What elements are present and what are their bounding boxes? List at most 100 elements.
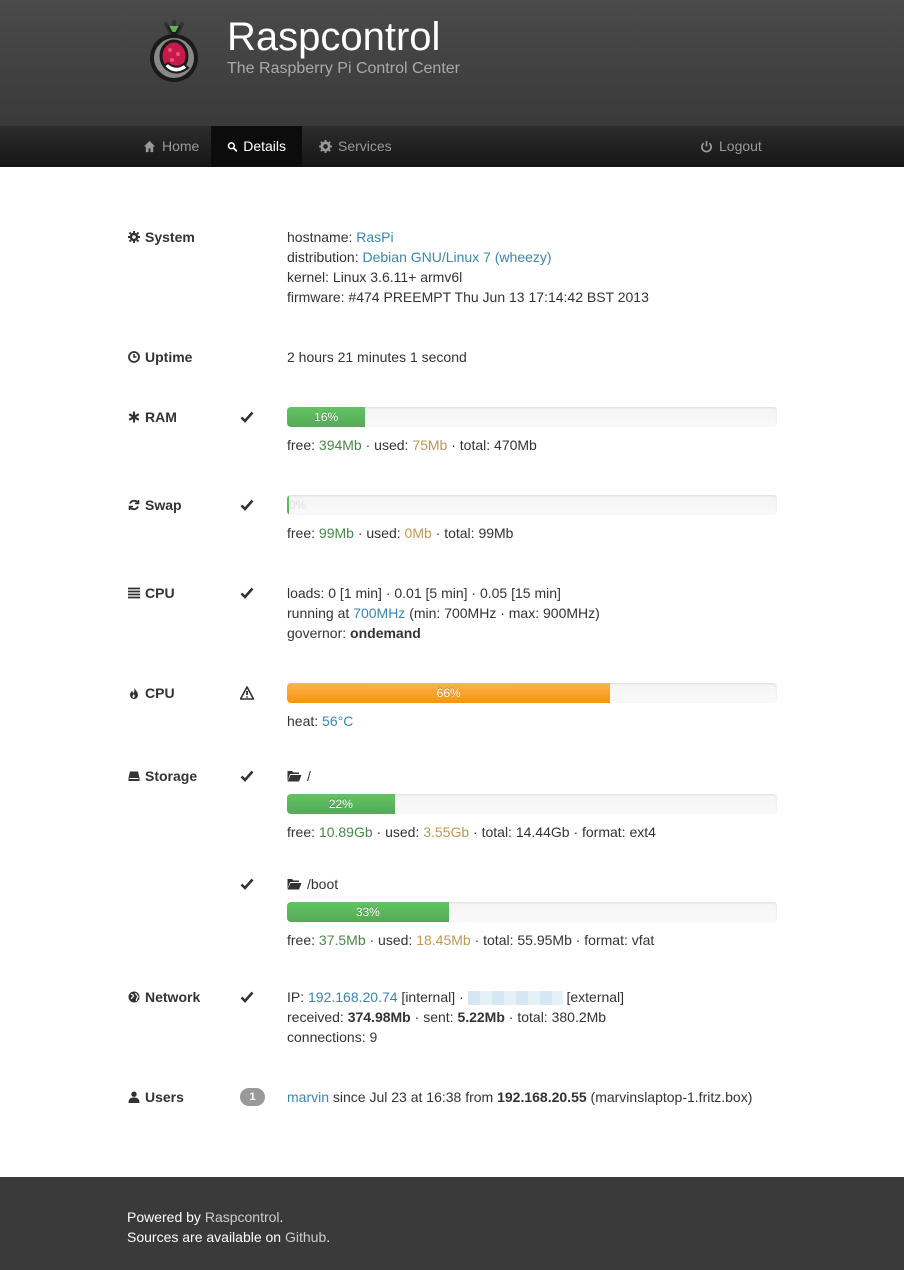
user-icon — [128, 1091, 140, 1103]
footer-powered: Powered by Raspcontrol. — [127, 1207, 283, 1227]
storage-root-path-text: / — [307, 768, 311, 784]
cpu-heat-text-label: heat: — [287, 713, 323, 729]
swap-label: Swap — [128, 495, 182, 515]
footer-powered-label: Powered by — [127, 1209, 205, 1225]
storage-root-free-label: free: — [287, 824, 319, 840]
storage-root-used: 3.55Gb — [423, 824, 470, 840]
cpu-heat-label-text: CPU — [145, 685, 175, 701]
home-icon — [143, 140, 156, 153]
github-link[interactable]: Github — [285, 1229, 326, 1245]
cpu-heat-status — [240, 683, 254, 703]
storage-root-free: 10.89Gb — [318, 824, 373, 840]
cpu-governor: governor: ondemand — [287, 623, 421, 643]
storage-label: Storage — [128, 766, 197, 786]
network-traffic-line: received: 374.98Mb · sent: 5.22Mb · tota… — [287, 1007, 606, 1027]
swap-label-text: Swap — [145, 497, 182, 513]
users-label-text: Users — [145, 1089, 184, 1105]
list-icon — [128, 587, 140, 599]
nav-services[interactable]: Services — [303, 126, 408, 167]
storage-boot-progress-bar: 33% — [287, 902, 777, 922]
cpu-status — [240, 583, 254, 603]
nav-home[interactable]: Home — [127, 126, 215, 167]
hostname-line: hostname: RasPi — [287, 227, 394, 247]
storage-root-path: / — [287, 766, 311, 786]
storage-root-status — [240, 766, 254, 786]
storage-boot-used: 18.45Mb — [416, 932, 471, 948]
uptime-value: 2 hours 21 minutes 1 second — [287, 349, 467, 365]
hostname-label: hostname: — [287, 229, 357, 245]
search-icon — [227, 142, 238, 152]
app-title[interactable]: Raspcontrol — [227, 14, 440, 60]
network-total: · total: 380.2Mb — [504, 1009, 607, 1025]
check-icon — [240, 770, 254, 782]
cpu-loads: loads: 0 [1 min] · 0.01 [5 min] · 0.05 [… — [287, 585, 561, 601]
user-since: since Jul 23 at 16:38 from — [329, 1089, 498, 1105]
network-connections: connections: 9 — [287, 1029, 378, 1045]
network-status — [240, 987, 254, 1007]
nav-home-label: Home — [162, 138, 200, 154]
distribution-line: distribution: Debian GNU/Linux 7 (wheezy… — [287, 247, 552, 267]
distribution-label: distribution: — [287, 249, 363, 265]
network-received-label: received: — [287, 1009, 348, 1025]
refresh-icon — [128, 499, 140, 511]
check-icon — [240, 991, 254, 1003]
network-ip-label: IP: — [287, 989, 309, 1005]
user-ip: 192.168.20.55 — [497, 1089, 587, 1105]
footer-sources: Sources are available on Github. — [127, 1227, 330, 1247]
swap-progress-fill: 0% — [287, 495, 306, 515]
user-name-link[interactable]: marvin — [287, 1089, 329, 1105]
users-label: Users — [128, 1087, 184, 1107]
ram-total: · total: 470Mb — [447, 437, 537, 453]
footer-powered-end: . — [279, 1209, 284, 1225]
warning-icon — [240, 686, 254, 700]
storage-root-progress-bar: 22% — [287, 794, 777, 814]
storage-boot-path: /boot — [287, 874, 338, 894]
cpu-running-range: (min: 700MHz · max: 900MHz) — [405, 605, 600, 621]
cpu-heat-value: 56°C — [322, 713, 354, 729]
raspcontrol-link[interactable]: Raspcontrol — [205, 1209, 280, 1225]
external-ip-redacted — [467, 991, 563, 1006]
system-label-text: System — [145, 229, 195, 245]
nav-logout-label: Logout — [719, 138, 762, 154]
ram-free: 394Mb — [318, 437, 362, 453]
check-icon — [240, 411, 254, 423]
footer-sources-end: . — [326, 1229, 331, 1245]
nav-logout[interactable]: Logout — [684, 126, 778, 167]
swap-total: · total: 99Mb — [431, 525, 514, 541]
storage-boot-path-text: /boot — [307, 876, 339, 892]
ram-label: RAM — [128, 407, 177, 427]
cog-icon — [128, 231, 140, 243]
distribution-value[interactable]: Debian GNU/Linux 7 (wheezy) — [362, 249, 551, 265]
ram-free-label: free: — [287, 437, 319, 453]
folder-open-icon — [287, 879, 302, 890]
swap-used: 0Mb — [404, 525, 432, 541]
users-count-badge: 1 — [240, 1088, 265, 1106]
network-ip-value: 192.168.20.74 — [308, 989, 398, 1005]
network-internal-label: [internal] · — [397, 989, 468, 1005]
storage-boot-used-label: · used: — [365, 932, 417, 948]
swap-free-label: free: — [287, 525, 319, 541]
footer-sources-label: Sources are available on — [127, 1229, 285, 1245]
user-host: (marvinslaptop-1.fritz.box) — [586, 1089, 753, 1105]
user-entry: marvin since Jul 23 at 16:38 from 192.16… — [287, 1087, 752, 1107]
network-ip-line: IP: 192.168.20.74 [internal] · [external… — [287, 987, 624, 1007]
storage-boot-free: 37.5Mb — [318, 932, 366, 948]
storage-root-rest: · total: 14.44Gb · format: ext4 — [469, 824, 656, 840]
swap-status — [240, 495, 254, 515]
storage-boot-stats: free: 37.5Mb · used: 18.45Mb · total: 55… — [287, 930, 654, 950]
storage-root-used-label: · used: — [372, 824, 424, 840]
network-sent-label: · sent: — [410, 1009, 458, 1025]
nav-details[interactable]: Details — [211, 126, 302, 167]
nav-services-label: Services — [338, 138, 392, 154]
storage-boot-progress-fill: 33% — [287, 902, 449, 922]
app-subtitle: The Raspberry Pi Control Center — [227, 60, 460, 77]
hostname-value[interactable]: RasPi — [356, 229, 393, 245]
storage-root-progress-fill: 22% — [287, 794, 395, 814]
cpu-heat-progress-bar: 66% — [287, 683, 777, 703]
ram-progress-fill: 16% — [287, 407, 366, 427]
storage-root-stats: free: 10.89Gb · used: 3.55Gb · total: 14… — [287, 822, 656, 842]
gear-icon — [319, 140, 332, 153]
swap-free: 99Mb — [318, 525, 354, 541]
storage-boot-status — [240, 874, 254, 894]
cpu-label: CPU — [128, 583, 175, 603]
